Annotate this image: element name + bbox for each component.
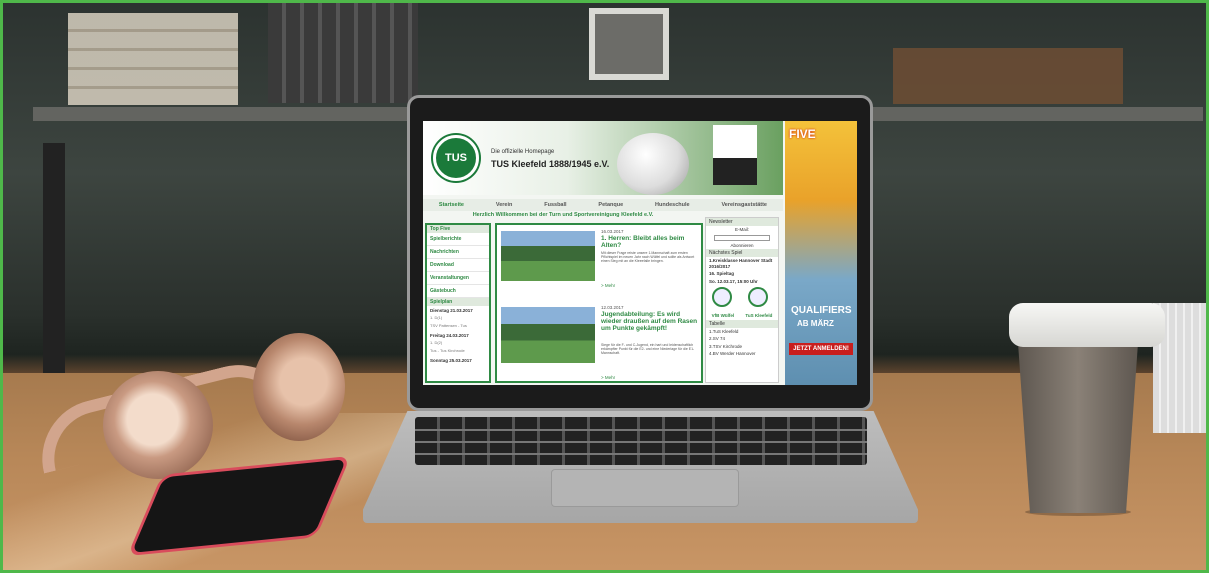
- nav-vereinsgaststaette[interactable]: Vereinsgaststätte: [721, 202, 767, 208]
- welcome-text: Herzlich Willkommen bei der Turn und Spo…: [472, 212, 654, 218]
- coffee-cup-lid: [1009, 303, 1165, 347]
- table-row: 1.TuS Kleefeld: [709, 328, 739, 334]
- schedule-date: Dienstag 21.03.2017: [430, 308, 473, 313]
- table-row: 3.TSV Kirchrode: [709, 343, 743, 349]
- next-round: 16. Spieltag: [709, 271, 735, 276]
- team-a-name[interactable]: VfB Wülfel: [709, 312, 738, 320]
- football-image: [617, 133, 689, 195]
- coffee-cup: [1018, 343, 1138, 513]
- ad-banner[interactable]: FIVE QUALIFIERS AB MÄRZ JETZT ANMELDEN!: [785, 121, 857, 385]
- nav-hundeschule[interactable]: Hundeschule: [655, 202, 690, 208]
- ad-title: FIVE: [789, 127, 816, 141]
- news-title[interactable]: Jugendabteilung: Es wird wieder draußen …: [601, 311, 701, 332]
- link-nachrichten[interactable]: Nachrichten: [427, 246, 489, 259]
- keyboard-row-gap: [415, 441, 867, 443]
- subscribe-button[interactable]: Abonnieren: [706, 242, 778, 250]
- schedule-time[interactable]: 1. D(1): [427, 315, 489, 323]
- news-date: 12.03.2017: [601, 305, 624, 310]
- schedule-date: Freitag 24.03.2017: [430, 333, 469, 338]
- schedule-match: Tus - Tus Kirchrode: [430, 348, 465, 353]
- left-column: Top Five Spielberichte Nachrichten Downl…: [425, 223, 491, 383]
- main-nav: Startseite Verein Fussball Petanque Hund…: [423, 199, 783, 211]
- next-game-header: Nächstes Spiel: [706, 249, 778, 257]
- schedule-match: TSV Pattensen - Tus: [430, 323, 467, 328]
- laptop-trackpad: [551, 469, 739, 507]
- ad-qualifiers: QUALIFIERS: [791, 305, 852, 316]
- table-row: 2.SV 74: [709, 336, 726, 341]
- news-image-team[interactable]: [501, 231, 595, 281]
- right-column: Newsletter E-Mail: Abonnieren Nächstes S…: [705, 217, 779, 383]
- shelf-books: [68, 13, 238, 105]
- headphones-left-cup: [103, 371, 213, 479]
- news-title[interactable]: 1. Herren: Bleibt alles beim Alten?: [601, 235, 701, 249]
- topfive-header: Top Five: [427, 225, 489, 233]
- next-date: So. 12.03.17, 15:00 Uhr: [709, 278, 758, 284]
- news-image-youth[interactable]: [501, 307, 595, 363]
- header-subtitle: Die offizielle Homepage: [491, 149, 555, 155]
- keyboard-row-gap: [415, 429, 867, 431]
- link-spielberichte[interactable]: Spielberichte: [427, 233, 489, 246]
- laptop-screen: TUS Die offizielle Homepage TUS Kleefeld…: [423, 121, 857, 385]
- link-gaestebuch[interactable]: Gästebuch: [427, 285, 489, 298]
- headphones-right-cup: [253, 333, 345, 441]
- email-label: E-Mail:: [734, 227, 749, 232]
- photo-frame: TUS Die offizielle Homepage TUS Kleefeld…: [0, 0, 1209, 573]
- news-column: 16.03.2017 1. Herren: Bleibt alles beim …: [495, 223, 703, 383]
- header-title: TUS Kleefeld 1888/1945 e.V.: [491, 159, 610, 169]
- schedule-header: Spielplan: [427, 298, 489, 306]
- shelf-post: [43, 143, 65, 383]
- player-leg-image: [713, 125, 757, 185]
- table-header: Tabelle: [706, 319, 778, 328]
- nav-startseite[interactable]: Startseite: [439, 202, 464, 208]
- table-row: 4.BV Werder Hannover: [709, 351, 756, 356]
- wooden-box: [893, 48, 1123, 104]
- team-b-name[interactable]: TuS Kleefeld: [742, 312, 775, 320]
- schedule-time[interactable]: 1. D(2): [427, 340, 489, 348]
- ad-date: AB MÄRZ: [797, 319, 834, 328]
- schedule-date: Sonntag 25.03.2017: [430, 358, 472, 363]
- wall-picture: [589, 8, 669, 80]
- team-a-badge: [712, 287, 732, 307]
- club-logo[interactable]: TUS: [433, 135, 479, 181]
- news-text: Siege für die F- und C-Jugend, ein hart …: [601, 343, 695, 356]
- nav-fussball[interactable]: Fussball: [544, 202, 566, 208]
- news-more-link[interactable]: > Mehr: [601, 375, 615, 380]
- keyboard-row-gap: [415, 453, 867, 455]
- link-veranstaltungen[interactable]: Veranstaltungen: [427, 272, 489, 285]
- next-league: 1.Kreisklasse Hannover Stadt 2016/2017: [709, 258, 773, 269]
- news-more-link[interactable]: > Mehr: [601, 283, 615, 288]
- team-b-badge: [748, 287, 769, 307]
- newsletter-header: Newsletter: [706, 218, 778, 226]
- news-text: Mit dieser Frage reiste unsere 1.Mannsch…: [601, 251, 695, 264]
- site-header: TUS Die offizielle Homepage TUS Kleefeld…: [423, 121, 783, 195]
- ad-signup-button[interactable]: JETZT ANMELDEN!: [789, 343, 853, 355]
- nav-verein[interactable]: Verein: [496, 202, 513, 208]
- shelf-books-dark: [268, 3, 418, 103]
- news-date: 16.03.2017: [601, 229, 624, 234]
- nav-petanque[interactable]: Petanque: [598, 202, 623, 208]
- link-download[interactable]: Download: [427, 259, 489, 272]
- email-input[interactable]: [714, 234, 770, 241]
